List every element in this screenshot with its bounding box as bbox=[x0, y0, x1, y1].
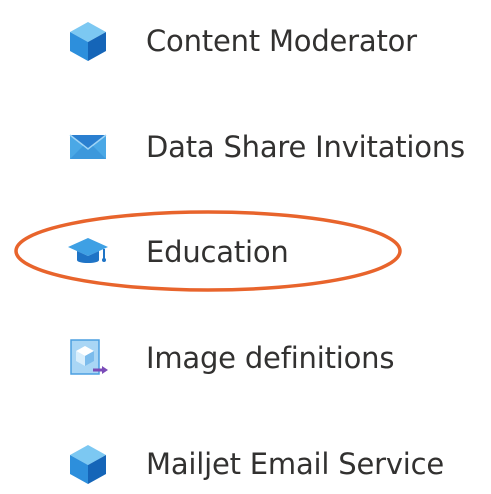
service-item-label: Education bbox=[146, 235, 289, 269]
image-definition-icon bbox=[66, 336, 110, 380]
cube-icon bbox=[66, 19, 110, 63]
service-item-education[interactable]: Education bbox=[0, 222, 491, 282]
service-item-data-share-invitations[interactable]: Data Share Invitations bbox=[0, 117, 491, 177]
graduation-cap-icon bbox=[66, 230, 110, 274]
service-item-content-moderator[interactable]: Content Moderator bbox=[0, 11, 491, 71]
service-item-mailjet-email-service[interactable]: Mailjet Email Service bbox=[0, 434, 491, 494]
envelope-icon bbox=[66, 125, 110, 169]
service-item-label: Image definitions bbox=[146, 341, 395, 375]
service-item-label: Content Moderator bbox=[146, 24, 417, 58]
cube-icon bbox=[66, 442, 110, 486]
service-item-image-definitions[interactable]: Image definitions bbox=[0, 328, 491, 388]
service-item-label: Data Share Invitations bbox=[146, 130, 465, 164]
service-item-label: Mailjet Email Service bbox=[146, 447, 445, 481]
